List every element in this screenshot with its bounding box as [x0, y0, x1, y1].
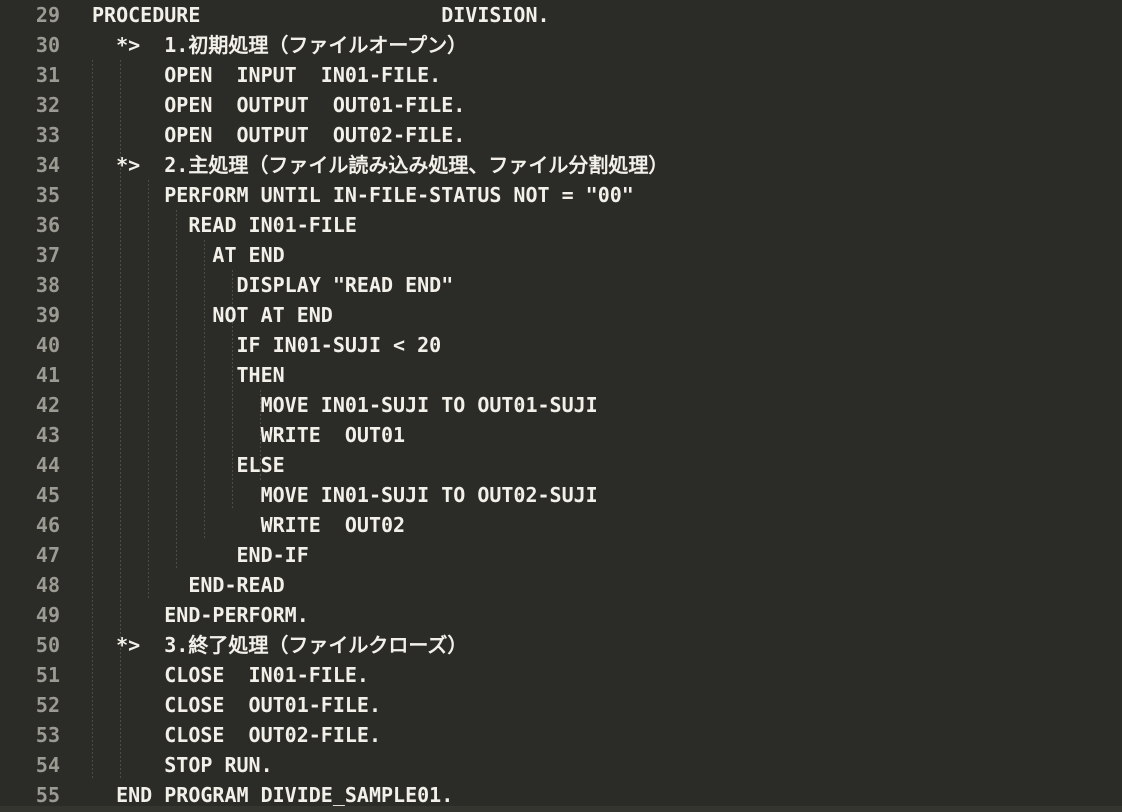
line-number: 39 — [35, 303, 60, 327]
line-content[interactable]: MOVE IN01-SUJI TO OUT02-SUJI — [92, 480, 598, 510]
line-number: 50 — [35, 633, 60, 657]
code-line[interactable]: 41 THEN — [0, 360, 1122, 390]
line-content[interactable]: CLOSE OUT02-FILE. — [92, 720, 381, 750]
code-line[interactable]: 45 MOVE IN01-SUJI TO OUT02-SUJI — [0, 480, 1122, 510]
line-content[interactable]: OPEN OUTPUT OUT02-FILE. — [92, 120, 465, 150]
line-number: 49 — [35, 603, 60, 627]
line-number: 48 — [35, 573, 60, 597]
code-line[interactable]: 32 OPEN OUTPUT OUT01-FILE. — [0, 90, 1122, 120]
line-content[interactable]: ELSE — [92, 450, 284, 480]
line-number: 54 — [35, 753, 60, 777]
code-line[interactable]: 34 *> 2.主処理（ファイル読み込み処理、ファイル分割処理） — [0, 150, 1122, 180]
line-content[interactable]: PERFORM UNTIL IN-FILE-STATUS NOT = "00" — [92, 180, 634, 210]
line-number: 53 — [35, 723, 60, 747]
line-content[interactable]: DISPLAY "READ END" — [92, 270, 453, 300]
code-editor[interactable]: 29 PROCEDURE DIVISION. 30 *> 1.初期処理（ファイルオー… — [0, 0, 1122, 812]
line-content[interactable]: NOT AT END — [92, 300, 332, 330]
line-content[interactable]: *> 3.終了処理（ファイルクローズ） — [92, 630, 467, 660]
line-number: 52 — [35, 693, 60, 717]
code-line[interactable]: 36 READ IN01-FILE — [0, 210, 1122, 240]
code-line[interactable]: 42 MOVE IN01-SUJI TO OUT01-SUJI — [0, 390, 1122, 420]
line-content[interactable]: MOVE IN01-SUJI TO OUT01-SUJI — [92, 390, 598, 420]
code-line[interactable]: 46 WRITE OUT02 — [0, 510, 1122, 540]
line-content[interactable]: OPEN OUTPUT OUT01-FILE. — [92, 90, 465, 120]
line-number: 36 — [35, 213, 60, 237]
line-number: 30 — [35, 33, 60, 57]
code-line[interactable]: 50 *> 3.終了処理（ファイルクローズ） — [0, 630, 1122, 660]
code-line[interactable]: 31 OPEN INPUT IN01-FILE. — [0, 60, 1122, 90]
line-number: 42 — [35, 393, 60, 417]
line-content[interactable]: END-PERFORM. — [92, 600, 309, 630]
line-content[interactable]: WRITE OUT02 — [92, 510, 406, 540]
line-content[interactable]: END-READ — [92, 570, 284, 600]
line-content[interactable]: WRITE OUT01 — [92, 420, 406, 450]
line-content[interactable]: STOP RUN. — [92, 750, 272, 780]
line-number: 46 — [35, 513, 60, 537]
code-line[interactable]: 33 OPEN OUTPUT OUT02-FILE. — [0, 120, 1122, 150]
code-line[interactable]: 37 AT END — [0, 240, 1122, 270]
line-number: 29 — [35, 3, 60, 27]
line-content[interactable]: END PROGRAM DIVIDE_SAMPLE01. — [92, 780, 453, 810]
code-line[interactable]: 39 NOT AT END — [0, 300, 1122, 330]
line-number: 31 — [35, 63, 60, 87]
line-content[interactable]: CLOSE OUT01-FILE. — [92, 690, 381, 720]
line-content[interactable]: *> 2.主処理（ファイル読み込み処理、ファイル分割処理） — [92, 150, 668, 180]
line-number: 43 — [35, 423, 60, 447]
line-number: 45 — [35, 483, 60, 507]
line-number: 38 — [35, 273, 60, 297]
line-number: 40 — [35, 333, 60, 357]
code-line[interactable]: 40 IF IN01-SUJI < 20 — [0, 330, 1122, 360]
line-number: 51 — [35, 663, 60, 687]
line-number: 34 — [35, 153, 60, 177]
code-lines[interactable]: 29 PROCEDURE DIVISION. 30 *> 1.初期処理（ファイルオー… — [0, 0, 1122, 812]
code-line[interactable]: 47 END-IF — [0, 540, 1122, 570]
line-content[interactable]: IF IN01-SUJI < 20 — [92, 330, 441, 360]
code-line[interactable]: 52 CLOSE OUT01-FILE. — [0, 690, 1122, 720]
line-content[interactable]: END-IF — [92, 540, 308, 570]
line-content[interactable]: *> 1.初期処理（ファイルオープン） — [92, 30, 467, 60]
code-line[interactable]: 43 WRITE OUT01 — [0, 420, 1122, 450]
line-content[interactable]: READ IN01-FILE — [92, 210, 357, 240]
line-content[interactable]: CLOSE IN01-FILE. — [92, 660, 369, 690]
line-number: 33 — [35, 123, 60, 147]
line-number: 32 — [35, 93, 60, 117]
line-number: 35 — [35, 183, 60, 207]
line-content[interactable]: OPEN INPUT IN01-FILE. — [92, 60, 441, 90]
code-line[interactable]: 51 CLOSE IN01-FILE. — [0, 660, 1122, 690]
code-line[interactable]: 35 PERFORM UNTIL IN-FILE-STATUS NOT = "0… — [0, 180, 1122, 210]
line-number: 44 — [35, 453, 60, 477]
line-number: 55 — [35, 783, 60, 807]
line-number: 47 — [35, 543, 60, 567]
line-content[interactable]: THEN — [92, 360, 284, 390]
code-line[interactable]: 49 END-PERFORM. — [0, 600, 1122, 630]
line-content[interactable]: PROCEDURE DIVISION. — [92, 0, 550, 30]
line-number: 41 — [35, 363, 60, 387]
line-content[interactable]: AT END — [92, 240, 284, 270]
code-line[interactable]: 55 END PROGRAM DIVIDE_SAMPLE01. — [0, 780, 1122, 810]
code-line[interactable]: 38 DISPLAY "READ END" — [0, 270, 1122, 300]
code-line[interactable]: 30 *> 1.初期処理（ファイルオープン） — [0, 30, 1122, 60]
code-line[interactable]: 53 CLOSE OUT02-FILE. — [0, 720, 1122, 750]
code-line[interactable]: 48 END-READ — [0, 570, 1122, 600]
line-number: 37 — [35, 243, 60, 267]
code-line[interactable]: 44 ELSE — [0, 450, 1122, 480]
code-line[interactable]: 29 PROCEDURE DIVISION. — [0, 0, 1122, 30]
code-line[interactable]: 54 STOP RUN. — [0, 750, 1122, 780]
